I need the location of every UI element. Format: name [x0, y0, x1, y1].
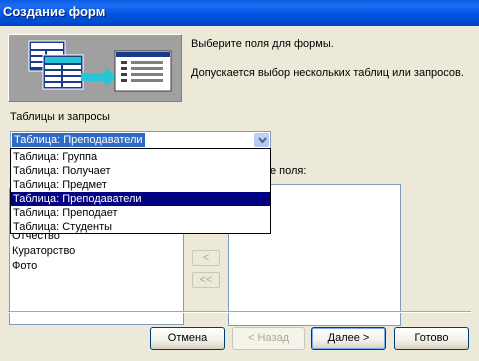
window-title: Создание форм	[3, 4, 106, 19]
button-separator	[8, 311, 471, 313]
description-primary: Выберите поля для формы.	[191, 38, 334, 50]
dropdown-option-highlighted[interactable]: Таблица: Преподаватели	[11, 192, 270, 206]
dropdown-option[interactable]: Таблица: Преподает	[11, 206, 270, 220]
back-button[interactable]: < Назад	[232, 327, 305, 350]
wizard-client-area: Выберите поля для формы. Допускается выб…	[0, 26, 479, 361]
remove-all-button[interactable]: <<	[192, 272, 220, 288]
finish-button[interactable]: Готово	[394, 327, 469, 350]
dropdown-option[interactable]: Таблица: Студенты	[11, 220, 270, 234]
dropdown-option[interactable]: Таблица: Получает	[11, 164, 270, 178]
dropdown-option[interactable]: Таблица: Группа	[11, 150, 270, 164]
cancel-button[interactable]: Отмена	[150, 327, 225, 350]
list-item[interactable]: Фото	[12, 260, 37, 272]
form-wizard-icon	[28, 40, 172, 92]
title-bar: Создание форм	[0, 0, 479, 26]
next-button[interactable]: Далее >	[311, 327, 386, 350]
tables-queries-label: Таблицы и запросы	[10, 111, 110, 123]
wizard-illustration	[8, 34, 182, 102]
dropdown-option[interactable]: Таблица: Предмет	[11, 178, 270, 192]
description-secondary: Допускается выбор нескольких таблиц или …	[191, 67, 464, 79]
tables-dropdown-list[interactable]: Таблица: Группа Таблица: Получает Таблиц…	[10, 148, 271, 234]
combobox-selected-value: Таблица: Преподаватели	[12, 133, 145, 147]
remove-one-button[interactable]: <	[192, 250, 220, 266]
combobox-dropdown-button[interactable]	[254, 133, 269, 147]
tables-queries-combobox[interactable]: Таблица: Преподаватели	[10, 131, 271, 149]
list-item[interactable]: Кураторство	[12, 245, 75, 257]
chevron-down-icon	[258, 137, 267, 144]
